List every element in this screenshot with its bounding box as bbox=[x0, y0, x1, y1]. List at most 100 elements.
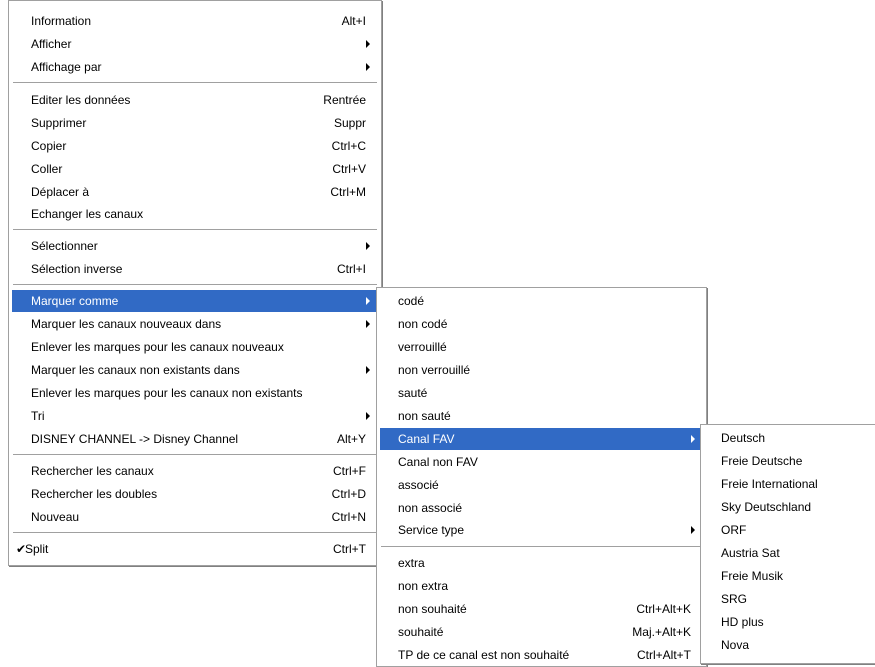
menu-item-selectionner[interactable]: Sélectionner bbox=[12, 235, 378, 257]
menu-item-coller[interactable]: Coller Ctrl+V bbox=[12, 158, 378, 180]
menu-item-label: Rechercher les doubles bbox=[31, 487, 158, 501]
menu-item-marquer-non-existants[interactable]: Marquer les canaux non existants dans bbox=[12, 359, 378, 381]
menu-item-label: Sélectionner bbox=[31, 239, 98, 253]
submenu-arrow-icon bbox=[366, 366, 370, 374]
menu-item-label: Tri bbox=[31, 409, 45, 423]
menu-item-information[interactable]: Information Alt+I bbox=[12, 10, 378, 32]
menu-item-label: Nova bbox=[721, 638, 750, 652]
menu-item-label: non verrouillé bbox=[398, 363, 471, 377]
shortcut-label: Ctrl+V bbox=[332, 162, 366, 176]
menu-item-label: Service type bbox=[398, 523, 465, 537]
submenu-item-associe[interactable]: associé bbox=[380, 474, 703, 496]
menu-item-tri[interactable]: Tri bbox=[12, 405, 378, 427]
submenu-item-code[interactable]: codé bbox=[380, 290, 703, 312]
marquer-comme-submenu: codé non codé verrouillé non verrouillé … bbox=[376, 287, 707, 667]
menu-item-label: Affichage par bbox=[31, 60, 102, 74]
menu-item-rechercher-canaux[interactable]: Rechercher les canaux Ctrl+F bbox=[12, 460, 378, 482]
submenu-item-souhaite[interactable]: souhaité Maj.+Alt+K bbox=[380, 621, 703, 643]
menu-item-label: Freie Deutsche bbox=[721, 454, 803, 468]
submenu-arrow-icon bbox=[691, 526, 695, 534]
menu-item-label: DISNEY CHANNEL -> Disney Channel bbox=[31, 432, 239, 446]
menu-item-label: extra bbox=[398, 556, 425, 570]
menu-item-afficher[interactable]: Afficher bbox=[12, 33, 378, 55]
menu-item-label: Editer les données bbox=[31, 93, 131, 107]
menu-item-label: Deutsch bbox=[721, 431, 766, 445]
submenu-item-non-code[interactable]: non codé bbox=[380, 313, 703, 335]
fav-list-item[interactable]: Austria Sat bbox=[704, 542, 875, 564]
menu-item-label: Echanger les canaux bbox=[31, 207, 144, 221]
menu-item-rechercher-doubles[interactable]: Rechercher les doubles Ctrl+D bbox=[12, 483, 378, 505]
shortcut-label: Ctrl+M bbox=[330, 185, 366, 199]
menu-item-enlever-nouveaux[interactable]: Enlever les marques pour les canaux nouv… bbox=[12, 336, 378, 358]
menu-item-label: Enlever les marques pour les canaux nouv… bbox=[31, 340, 284, 354]
fav-list-item[interactable]: Freie Musik bbox=[704, 565, 875, 587]
submenu-item-canal-fav[interactable]: Canal FAV bbox=[380, 428, 703, 450]
menu-separator bbox=[13, 284, 377, 285]
submenu-arrow-icon bbox=[366, 63, 370, 71]
menu-item-disney-channel[interactable]: DISNEY CHANNEL -> Disney Channel Alt+Y bbox=[12, 428, 378, 450]
menu-item-label: Sky Deutschland bbox=[721, 500, 812, 514]
shortcut-label: Rentrée bbox=[323, 93, 366, 107]
shortcut-label: Ctrl+Alt+K bbox=[636, 602, 691, 616]
submenu-item-non-souhaite[interactable]: non souhaité Ctrl+Alt+K bbox=[380, 598, 703, 620]
menu-item-label: non sauté bbox=[398, 409, 451, 423]
fav-list-item[interactable]: Freie Deutsche bbox=[704, 450, 875, 472]
fav-list-item[interactable]: Deutsch bbox=[704, 427, 875, 449]
submenu-item-saute[interactable]: sauté bbox=[380, 382, 703, 404]
menu-item-label: Austria Sat bbox=[721, 546, 780, 560]
submenu-arrow-icon bbox=[366, 40, 370, 48]
shortcut-label: Ctrl+N bbox=[331, 510, 366, 524]
fav-list-item[interactable]: Freie International bbox=[704, 473, 875, 495]
menu-item-label: ORF bbox=[721, 523, 747, 537]
menu-item-label: codé bbox=[398, 294, 425, 308]
submenu-item-service-type[interactable]: Service type bbox=[380, 519, 703, 541]
shortcut-label: Maj.+Alt+K bbox=[632, 625, 691, 639]
submenu-item-non-saute[interactable]: non sauté bbox=[380, 405, 703, 427]
submenu-item-extra[interactable]: extra bbox=[380, 552, 703, 574]
submenu-item-verrouille[interactable]: verrouillé bbox=[380, 336, 703, 358]
menu-item-label: HD plus bbox=[721, 615, 764, 629]
menu-item-enlever-non-existants[interactable]: Enlever les marques pour les canaux non … bbox=[12, 382, 378, 404]
submenu-arrow-icon bbox=[366, 242, 370, 250]
canal-fav-submenu: Deutsch Freie Deutsche Freie Internation… bbox=[700, 424, 875, 664]
menu-item-copier[interactable]: Copier Ctrl+C bbox=[12, 135, 378, 157]
menu-item-label: Copier bbox=[31, 139, 67, 153]
menu-item-label: Enlever les marques pour les canaux non … bbox=[31, 386, 303, 400]
menu-item-selection-inverse[interactable]: Sélection inverse Ctrl+I bbox=[12, 258, 378, 280]
menu-item-split[interactable]: ✔ Split Ctrl+T bbox=[12, 538, 378, 560]
menu-item-label: Marquer les canaux nouveaux dans bbox=[31, 317, 222, 331]
menu-separator bbox=[13, 532, 377, 533]
menu-item-affichage-par[interactable]: Affichage par bbox=[12, 56, 378, 78]
menu-item-echanger-canaux[interactable]: Echanger les canaux bbox=[12, 203, 378, 225]
fav-list-item[interactable]: Sky Deutschland bbox=[704, 496, 875, 518]
fav-list-item[interactable]: SRG bbox=[704, 588, 875, 610]
menu-item-label: souhaité bbox=[398, 625, 444, 639]
submenu-item-canal-non-fav[interactable]: Canal non FAV bbox=[380, 451, 703, 473]
menu-item-nouveau[interactable]: Nouveau Ctrl+N bbox=[12, 506, 378, 528]
submenu-item-tp-non-souhaite[interactable]: TP de ce canal est non souhaité Ctrl+Alt… bbox=[380, 644, 703, 666]
menu-item-label: Supprimer bbox=[31, 116, 87, 130]
menu-item-label: Information bbox=[31, 14, 92, 28]
menu-item-label: Afficher bbox=[31, 37, 72, 51]
menu-item-editer-donnees[interactable]: Editer les données Rentrée bbox=[12, 89, 378, 111]
menu-item-label: associé bbox=[398, 478, 439, 492]
fav-list-item[interactable]: ORF bbox=[704, 519, 875, 541]
menu-item-marquer-comme[interactable]: Marquer comme bbox=[12, 290, 378, 312]
shortcut-label: Alt+I bbox=[341, 14, 366, 28]
submenu-item-non-verrouille[interactable]: non verrouillé bbox=[380, 359, 703, 381]
submenu-arrow-icon bbox=[366, 297, 370, 305]
shortcut-label: Ctrl+F bbox=[333, 464, 366, 478]
fav-list-item[interactable]: HD plus bbox=[704, 611, 875, 633]
shortcut-label: Alt+Y bbox=[336, 432, 366, 446]
menu-item-marquer-nouveaux[interactable]: Marquer les canaux nouveaux dans bbox=[12, 313, 378, 335]
menu-item-deplacer[interactable]: Déplacer à Ctrl+M bbox=[12, 181, 378, 203]
menu-item-label: Rechercher les canaux bbox=[31, 464, 154, 478]
fav-list-item[interactable]: Nova bbox=[704, 634, 875, 656]
submenu-item-non-extra[interactable]: non extra bbox=[380, 575, 703, 597]
menu-separator bbox=[13, 229, 377, 230]
submenu-item-non-associe[interactable]: non associé bbox=[380, 497, 703, 519]
shortcut-label: Ctrl+D bbox=[331, 487, 366, 501]
menu-item-label: non associé bbox=[398, 501, 463, 515]
menu-separator bbox=[13, 454, 377, 455]
menu-item-supprimer[interactable]: Supprimer Suppr bbox=[12, 112, 378, 134]
